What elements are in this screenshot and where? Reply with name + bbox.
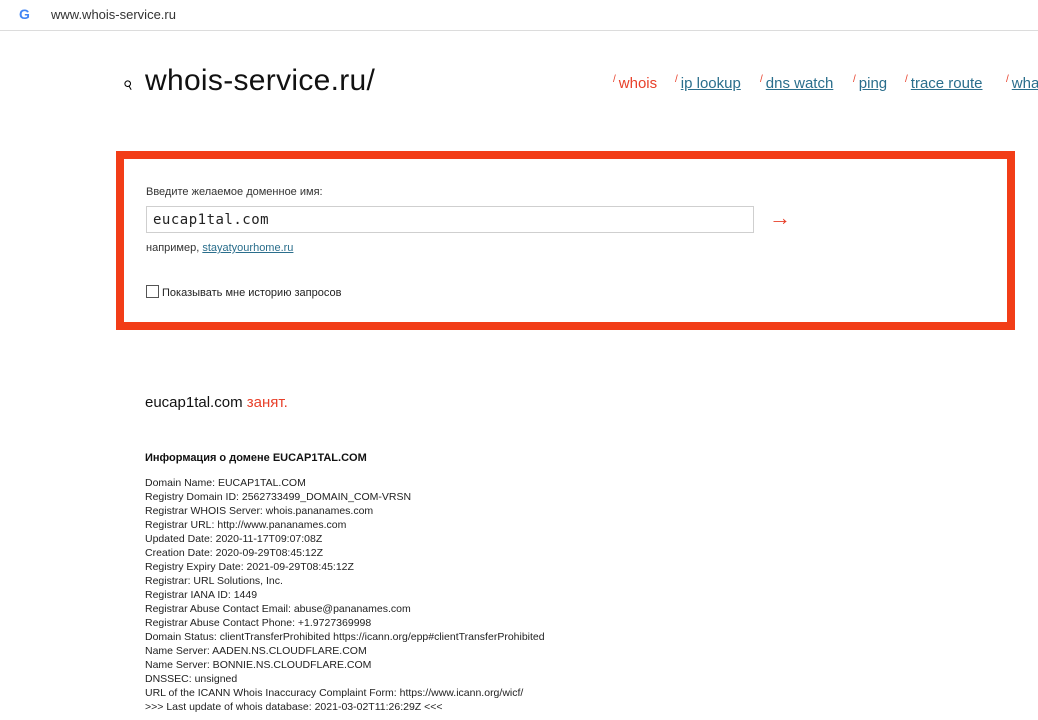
- history-checkbox[interactable]: [146, 285, 159, 298]
- whois-line: Name Server: BONNIE.NS.CLOUDFLARE.COM: [145, 659, 372, 671]
- nav-item-ip-lookup[interactable]: / ip lookup: [675, 74, 741, 92]
- whois-line: Name Server: AADEN.NS.CLOUDFLARE.COM: [145, 645, 367, 657]
- whois-line: Registrar WHOIS Server: whois.pananames.…: [145, 505, 374, 517]
- nav-link-truncated[interactable]: wha: [1012, 75, 1038, 92]
- whois-title: Информация о домене EUCAP1TAL.COM: [145, 452, 367, 464]
- domain-input[interactable]: [146, 206, 754, 233]
- nav-item-whois[interactable]: / whois: [613, 74, 657, 92]
- domain-search-box: Введите желаемое доменное имя: → наприме…: [116, 151, 1015, 330]
- example-prefix: например,: [146, 242, 203, 254]
- search-icon: ⚲: [121, 76, 136, 94]
- whois-line: Registrar Abuse Contact Email: abuse@pan…: [145, 603, 411, 615]
- nav-link-trace-route[interactable]: trace route: [911, 75, 983, 92]
- nav-link-ping[interactable]: ping: [859, 75, 887, 92]
- result-domain: eucap1tal.com: [145, 394, 243, 411]
- whois-line: DNSSEC: unsigned: [145, 673, 238, 685]
- whois-line: Registrar IANA ID: 1449: [145, 589, 258, 601]
- whois-record: Domain Name: EUCAP1TAL.COM Registry Doma…: [145, 476, 545, 714]
- example-link[interactable]: stayatyourhome.ru: [202, 242, 293, 254]
- history-label: Показывать мне историю запросов: [162, 287, 342, 299]
- whois-line: Registry Domain ID: 2562733499_DOMAIN_CO…: [145, 491, 412, 503]
- nav-item-trace-route[interactable]: / trace route: [905, 74, 983, 92]
- availability-result: eucap1tal.com занят.: [145, 394, 288, 411]
- site-logo[interactable]: whois-service.ru/: [145, 64, 375, 98]
- submit-arrow-icon[interactable]: →: [769, 205, 791, 231]
- nav-link-dns-watch[interactable]: dns watch: [766, 75, 834, 92]
- whois-line: Registrar: URL Solutions, Inc.: [145, 575, 283, 587]
- url-text[interactable]: www.whois-service.ru: [51, 7, 176, 22]
- nav-link-ip-lookup[interactable]: ip lookup: [681, 75, 741, 92]
- nav-item-truncated[interactable]: / wha: [1006, 74, 1038, 92]
- whois-line: Registrar URL: http://www.pananames.com: [145, 519, 347, 531]
- nav-link-whois[interactable]: whois: [619, 75, 657, 92]
- result-status: занят.: [246, 394, 288, 411]
- whois-line: Registry Expiry Date: 2021-09-29T08:45:1…: [145, 561, 354, 573]
- whois-line: Updated Date: 2020-11-17T09:07:08Z: [145, 533, 323, 545]
- whois-line: >>> Last update of whois database: 2021-…: [145, 701, 443, 713]
- history-toggle[interactable]: Показывать мне историю запросов: [146, 285, 341, 299]
- whois-line: Registrar Abuse Contact Phone: +1.972736…: [145, 617, 372, 629]
- browser-address-bar[interactable]: G www.whois-service.ru: [0, 0, 1038, 31]
- whois-line: URL of the ICANN Whois Inaccuracy Compla…: [145, 687, 524, 699]
- whois-line: Domain Name: EUCAP1TAL.COM: [145, 477, 306, 489]
- google-icon: G: [19, 6, 30, 22]
- domain-prompt-label: Введите желаемое доменное имя:: [146, 186, 323, 198]
- whois-line: Domain Status: clientTransferProhibited …: [145, 631, 545, 643]
- nav-item-ping[interactable]: / ping: [853, 74, 887, 92]
- example-hint: например, stayatyourhome.ru: [146, 242, 293, 254]
- nav-item-dns-watch[interactable]: / dns watch: [760, 74, 833, 92]
- whois-line: Creation Date: 2020-09-29T08:45:12Z: [145, 547, 324, 559]
